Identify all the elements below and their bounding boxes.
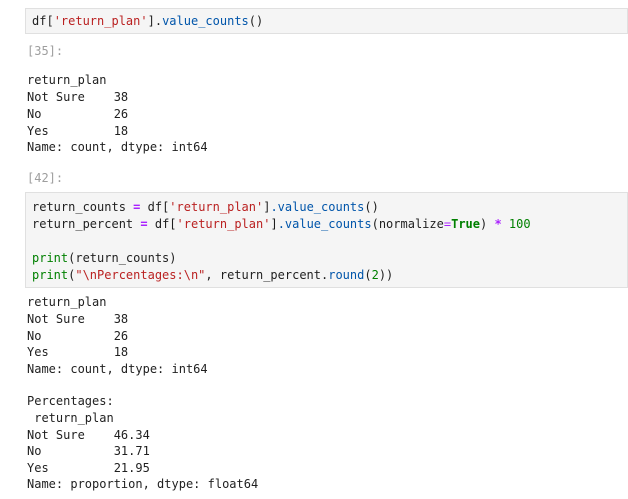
code-string: "\nPercentages:\n" xyxy=(75,268,206,282)
code-line: return_percent = df['return_plan'].value… xyxy=(32,216,531,233)
code-method: .value_counts xyxy=(277,217,372,231)
code-token: () xyxy=(364,200,379,214)
code-cell-3[interactable]: return_counts = df['return_plan'].value_… xyxy=(25,192,628,288)
output-line: Name: count, dtype: int64 xyxy=(27,140,208,154)
output-line: Name: count, dtype: int64 xyxy=(27,362,208,376)
output-line: Not Sure 46.34 xyxy=(27,428,150,442)
output-line: No 26 xyxy=(27,329,129,343)
output-line: return_plan xyxy=(27,73,107,87)
code-token: (return_counts) xyxy=(68,251,177,265)
code-method: round xyxy=(328,268,365,282)
output-line: Yes 18 xyxy=(27,124,129,138)
code-builtin: print xyxy=(32,268,69,282)
code-operator: = xyxy=(125,200,148,214)
code-token: df xyxy=(147,200,163,214)
output-line: Not Sure 38 xyxy=(27,90,129,104)
code-token: [ xyxy=(169,217,177,231)
execution-count-prompt: [42]: xyxy=(27,171,64,185)
code-operator: * xyxy=(487,217,509,231)
code-method: value_counts xyxy=(162,14,249,28)
code-operator: = xyxy=(443,217,452,231)
code-token: df xyxy=(154,217,170,231)
output-line: Not Sure 38 xyxy=(27,312,129,326)
output-line: No 26 xyxy=(27,107,129,121)
code-token: return_counts xyxy=(32,200,126,214)
code-line: return_counts = df['return_plan'].value_… xyxy=(32,199,379,216)
code-token: . xyxy=(154,14,163,28)
code-token: , return_percent. xyxy=(205,268,329,282)
code-method: .value_counts xyxy=(270,200,365,214)
code-line: print ( "\nPercentages:\n", return_percent… xyxy=(32,267,393,284)
code-line: print(return_counts) xyxy=(32,250,177,267)
code-token: return_percent xyxy=(32,217,134,231)
output-line: Name: proportion, dtype: float64 xyxy=(27,477,259,491)
code-cell-1[interactable]: df['return_plan'].value_counts() xyxy=(25,8,628,34)
code-number: 100 xyxy=(508,217,531,231)
code-token: ] xyxy=(270,217,278,231)
code-token: (normalize xyxy=(371,217,444,231)
code-token: )) xyxy=(378,268,394,282)
code-token: () xyxy=(248,14,264,28)
code-string: 'return_plan' xyxy=(53,14,148,28)
output-line: Percentages: xyxy=(27,394,114,408)
code-operator: = xyxy=(133,217,155,231)
output-line: return_plan xyxy=(27,295,107,309)
output-line: return_plan xyxy=(27,411,114,425)
code-line: df['return_plan'].value_counts() xyxy=(32,13,263,30)
code-string: 'return_plan' xyxy=(176,217,271,231)
code-string: 'return_plan' xyxy=(169,200,264,214)
code-token: [ xyxy=(46,14,54,28)
output-line: Yes 21.95 xyxy=(27,461,150,475)
code-token: ] xyxy=(147,14,155,28)
execution-count-prompt: [35]: xyxy=(27,44,64,58)
code-number: 2 xyxy=(371,268,379,282)
top-edge xyxy=(0,0,628,8)
output-line: No 31.71 xyxy=(27,444,150,458)
code-keyword: True xyxy=(451,217,480,231)
output-line: Yes 18 xyxy=(27,345,129,359)
code-token: df xyxy=(32,14,47,28)
code-builtin: print xyxy=(32,251,69,265)
code-token: ( xyxy=(364,268,372,282)
